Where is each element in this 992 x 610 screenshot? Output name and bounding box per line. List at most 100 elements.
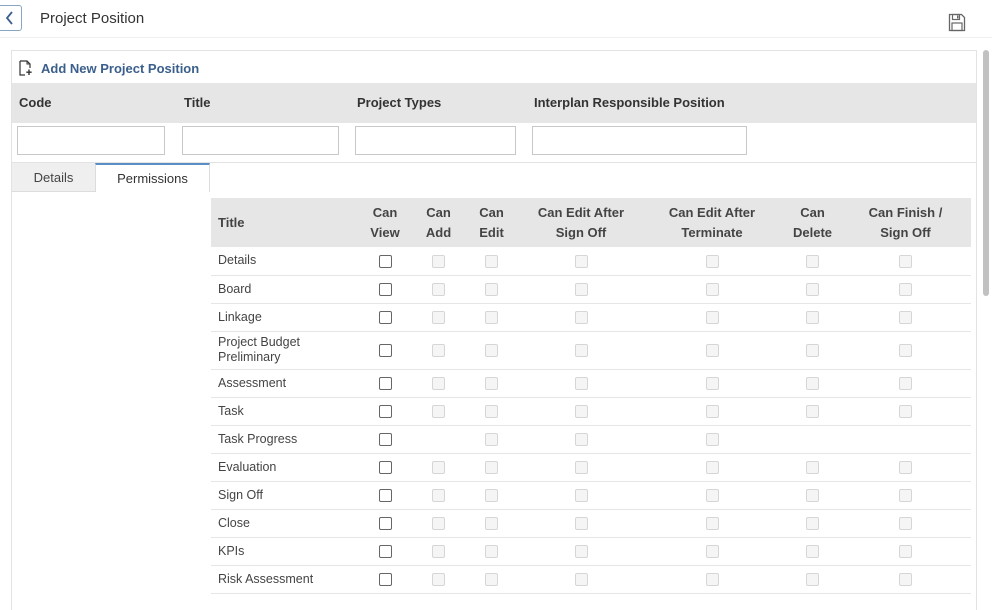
can-edit-after-terminate-checkbox xyxy=(705,311,719,325)
tab-permissions[interactable]: Permissions xyxy=(95,163,210,192)
can-view-checkbox[interactable] xyxy=(378,433,392,447)
column-header-can-finish-sign-off: Can Finish / Sign Off xyxy=(840,198,971,247)
cell-can-edit-after-terminate xyxy=(639,369,785,398)
cell-can-edit-after-sign-off xyxy=(523,425,639,454)
can-edit-after-terminate-checkbox xyxy=(705,377,719,391)
can-view-checkbox[interactable] xyxy=(378,254,392,268)
permissions-body: Details Board Linkage Project Budget Prelim… xyxy=(211,247,971,594)
cell-can-view xyxy=(353,275,417,304)
title-filter-input[interactable] xyxy=(182,126,339,155)
column-header-title: Title xyxy=(211,198,353,247)
cell-can-add xyxy=(417,509,460,538)
vertical-scrollbar[interactable] xyxy=(983,50,989,296)
cell-can-finish-sign-off xyxy=(840,509,971,538)
column-header-text: Title xyxy=(218,214,245,230)
project-types-filter-input[interactable] xyxy=(355,126,516,155)
cell-can-add xyxy=(417,565,460,594)
can-edit-after-sign-off-checkbox xyxy=(574,311,588,325)
cell-can-view xyxy=(353,331,417,370)
can-view-checkbox[interactable] xyxy=(378,283,392,297)
can-view-checkbox[interactable] xyxy=(378,517,392,531)
cell-can-finish-sign-off xyxy=(840,537,971,566)
can-view-checkbox[interactable] xyxy=(378,573,392,587)
table-row: Assessment xyxy=(211,369,971,398)
filter-header: Code Title Project Types Interplan Respo… xyxy=(12,83,976,123)
can-edit-checkbox xyxy=(485,489,498,503)
cell-can-delete xyxy=(785,425,840,454)
can-edit-after-sign-off-checkbox xyxy=(574,433,588,447)
tab-details[interactable]: Details xyxy=(12,163,95,192)
row-title: Project Budget Preliminary xyxy=(211,331,353,370)
column-header-text: Can Finish / xyxy=(868,204,943,220)
can-edit-checkbox xyxy=(485,283,498,297)
can-edit-checkbox xyxy=(485,344,498,358)
can-view-checkbox[interactable] xyxy=(378,311,392,325)
can-delete-checkbox xyxy=(806,517,819,531)
cell-can-add xyxy=(417,425,460,454)
can-finish-sign-off-checkbox xyxy=(899,461,912,475)
column-header-text: Sign Off xyxy=(880,224,931,240)
cell-can-edit-after-sign-off xyxy=(523,537,639,566)
cell-can-view xyxy=(353,425,417,454)
can-edit-checkbox xyxy=(485,461,498,475)
can-delete-checkbox xyxy=(806,311,819,325)
back-button[interactable] xyxy=(0,5,22,31)
cell-can-edit xyxy=(460,425,523,454)
cell-can-edit-after-terminate xyxy=(639,425,785,454)
can-edit-after-sign-off-checkbox xyxy=(574,283,588,297)
code-filter-input[interactable] xyxy=(17,126,165,155)
can-delete-checkbox xyxy=(806,405,819,419)
can-edit-after-sign-off-checkbox xyxy=(574,517,588,531)
cell-can-finish-sign-off xyxy=(840,481,971,510)
can-view-checkbox[interactable] xyxy=(378,545,392,559)
save-button[interactable] xyxy=(948,13,966,32)
can-add-checkbox xyxy=(432,517,445,531)
cell-can-view xyxy=(353,397,417,426)
cell-can-edit-after-sign-off xyxy=(523,331,639,370)
table-row: Task Progress xyxy=(211,425,971,454)
can-add-checkbox xyxy=(432,344,445,358)
can-view-checkbox[interactable] xyxy=(378,377,392,391)
can-finish-sign-off-checkbox xyxy=(899,405,912,419)
row-title: Evaluation xyxy=(211,453,353,482)
cell-can-finish-sign-off xyxy=(840,303,971,332)
cell-can-delete xyxy=(785,331,840,370)
column-header-can-delete: Can Delete xyxy=(785,198,840,247)
project-position-panel: Add New Project Position Code Title Proj… xyxy=(11,50,977,610)
can-edit-after-sign-off-checkbox xyxy=(574,405,588,419)
column-header-can-edit: Can Edit xyxy=(460,198,523,247)
can-delete-checkbox xyxy=(806,254,819,268)
cell-can-view xyxy=(353,509,417,538)
can-edit-checkbox xyxy=(485,377,498,391)
can-view-checkbox[interactable] xyxy=(378,461,392,475)
can-edit-checkbox xyxy=(485,254,498,268)
cell-can-edit-after-sign-off xyxy=(523,275,639,304)
can-add-checkbox xyxy=(432,254,445,268)
cell-can-delete xyxy=(785,369,840,398)
column-header-text: Can Edit After xyxy=(537,204,625,220)
cell-can-add xyxy=(417,275,460,304)
can-edit-after-sign-off-checkbox xyxy=(574,489,588,503)
can-view-checkbox[interactable] xyxy=(378,344,392,358)
add-project-position-button[interactable]: Add New Project Position xyxy=(18,59,199,77)
can-edit-after-sign-off-checkbox xyxy=(574,377,588,391)
can-view-checkbox[interactable] xyxy=(378,489,392,503)
can-edit-after-terminate-checkbox xyxy=(705,283,719,297)
cell-can-view xyxy=(353,247,417,276)
row-title: Board xyxy=(211,275,353,304)
can-finish-sign-off-checkbox xyxy=(899,344,912,358)
can-delete-checkbox xyxy=(806,283,819,297)
row-title: Task Progress xyxy=(211,425,353,454)
responsible-position-filter-input[interactable] xyxy=(532,126,747,155)
cell-can-delete xyxy=(785,537,840,566)
cell-can-edit-after-terminate xyxy=(639,331,785,370)
cell-can-view xyxy=(353,565,417,594)
table-row: Project Budget Preliminary xyxy=(211,331,971,370)
table-row: Linkage xyxy=(211,303,971,332)
can-view-checkbox[interactable] xyxy=(378,405,392,419)
column-header-project-types: Project Types xyxy=(357,95,442,110)
can-delete-checkbox xyxy=(806,545,819,559)
can-edit-after-terminate-checkbox xyxy=(705,433,719,447)
cell-can-view xyxy=(353,369,417,398)
cell-can-edit-after-terminate xyxy=(639,565,785,594)
